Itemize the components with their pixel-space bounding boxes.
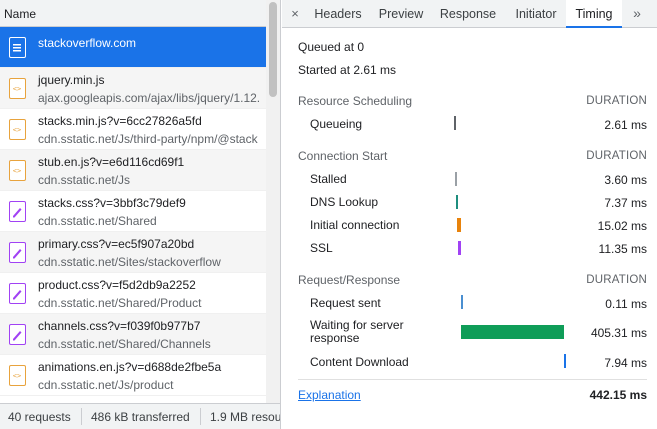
request-name: stackoverflow.com — [38, 36, 137, 50]
svg-text:<>: <> — [13, 167, 21, 175]
timing-panel: Queued at 0 Started at 2.61 ms Resource … — [282, 29, 657, 429]
script-icon: <> — [9, 119, 26, 140]
request-name: channels.css?v=f039f0b977b7 — [38, 319, 201, 333]
request-row[interactable]: <> jquery.min.js ajax.googleapis.com/aja… — [0, 68, 266, 109]
timing-row-label: Initial connection — [310, 218, 400, 232]
ssl-bar — [458, 241, 462, 255]
stylesheet-icon — [9, 201, 26, 222]
request-name: product.css?v=f5d2db9a2252 — [38, 278, 196, 292]
scrollbar-thumb[interactable] — [269, 2, 277, 97]
timing-row-value: 3.60 ms — [604, 173, 647, 187]
tab-headers[interactable]: Headers — [308, 0, 368, 28]
timing-row-value: 0.11 ms — [605, 297, 647, 311]
request-row[interactable]: product.css?v=f5d2db9a2252 cdn.sstatic.n… — [0, 273, 266, 314]
timing-row-label: Queueing — [310, 117, 363, 131]
svg-text:<>: <> — [13, 85, 21, 93]
request-row[interactable]: <> animations.en.js?v=d688de2fbe5a cdn.s… — [0, 355, 266, 396]
request-name: animations.en.js?v=d688de2fbe5a — [38, 360, 222, 374]
timing-row-value: 405.31 ms — [590, 326, 647, 340]
request-sent-bar — [461, 295, 464, 309]
total-duration: 442.15 ms — [589, 388, 647, 402]
timing-row-value: 11.35 ms — [598, 242, 647, 256]
request-domain: cdn.sstatic.net/Js/product — [38, 378, 174, 392]
queueing-bar — [454, 116, 456, 130]
request-domain: cdn.sstatic.net/Shared/Product — [38, 296, 202, 310]
timing-row-value: 7.94 ms — [604, 356, 647, 370]
request-domain: cdn.sstatic.net/Js/third-party/npm/@stac… — [38, 132, 258, 146]
divider — [298, 379, 647, 380]
section-title: Resource Scheduling — [298, 94, 413, 108]
explanation-link[interactable]: Explanation — [298, 388, 361, 402]
document-icon — [9, 37, 26, 58]
request-name: primary.css?v=ec5f907a20bd — [38, 237, 195, 251]
request-row[interactable]: stackoverflow.com — [0, 27, 266, 68]
more-tabs-icon[interactable]: » — [627, 0, 647, 28]
timing-row-label: Stalled — [310, 172, 347, 186]
request-name: stub.en.js?v=e6d116cd69f1 — [38, 155, 185, 169]
tab-initiator[interactable]: Initiator — [505, 0, 567, 28]
close-icon[interactable]: × — [288, 0, 302, 28]
tab-preview[interactable]: Preview — [372, 0, 430, 28]
timing-row-label: Request sent — [310, 296, 381, 310]
details-tab-bar: × Headers Preview Response Initiator Tim… — [282, 0, 657, 28]
timing-row-label: DNS Lookup — [310, 195, 379, 209]
dns-lookup-bar — [455, 195, 458, 209]
timing-row-value: 7.37 ms — [604, 196, 647, 210]
queued-at: Queued at 0 — [298, 40, 365, 54]
waiting-bar — [461, 325, 564, 339]
content-download-bar — [563, 354, 566, 368]
name-column-label: Name — [4, 7, 37, 21]
section-title: Request/Response — [298, 273, 401, 287]
stylesheet-icon — [9, 324, 26, 345]
request-row[interactable]: channels.css?v=f039f0b977b7 cdn.sstatic.… — [0, 314, 266, 355]
request-details-pane: × Headers Preview Response Initiator Tim… — [282, 0, 657, 429]
script-icon: <> — [9, 365, 26, 386]
started-at: Started at 2.61 ms — [298, 63, 397, 77]
request-name: jquery.min.js — [38, 73, 105, 87]
initial-connection-bar — [457, 218, 462, 232]
network-summary-bar: 40 requests 486 kB transferred 1.9 MB re… — [0, 403, 280, 429]
request-list-pane: Name stackoverflow.com <> jquery.min.js … — [0, 0, 281, 429]
duration-header: DURATION — [586, 274, 647, 286]
request-name: stacks.css?v=3bbf3c79def9 — [38, 196, 186, 210]
timing-row-label: Content Download — [310, 355, 409, 369]
request-row[interactable]: <> stacks.min.js?v=6cc27826a5fd cdn.ssta… — [0, 109, 266, 150]
summary-divider — [81, 408, 82, 425]
script-icon: <> — [9, 78, 26, 99]
section-title: Connection Start — [298, 149, 388, 163]
tab-timing[interactable]: Timing — [566, 0, 622, 28]
duration-header: DURATION — [586, 150, 647, 162]
request-row[interactable]: primary.css?v=ec5f907a20bd cdn.sstatic.n… — [0, 232, 266, 273]
summary-divider — [200, 408, 201, 425]
request-row[interactable]: <> stub.en.js?v=e6d116cd69f1 cdn.sstatic… — [0, 150, 266, 191]
resources-size: 1.9 MB resou — [210, 410, 280, 424]
request-domain: cdn.sstatic.net/Shared — [38, 214, 157, 228]
request-row[interactable]: stacks.css?v=3bbf3c79def9 cdn.sstatic.ne… — [0, 191, 266, 232]
svg-text:<>: <> — [13, 372, 21, 380]
request-count: 40 requests — [8, 410, 71, 424]
script-icon: <> — [9, 160, 26, 181]
transferred-size: 486 kB transferred — [91, 410, 190, 424]
duration-header: DURATION — [586, 95, 647, 107]
stylesheet-icon — [9, 242, 26, 263]
name-column-header[interactable]: Name — [0, 0, 280, 27]
request-domain: cdn.sstatic.net/Js — [38, 173, 131, 187]
request-domain: cdn.sstatic.net/Sites/stackoverflow — [38, 255, 221, 269]
tab-response[interactable]: Response — [434, 0, 502, 28]
timing-row-value: 2.61 ms — [604, 118, 647, 132]
svg-text:<>: <> — [13, 126, 21, 134]
request-list-scrollbar[interactable] — [266, 0, 280, 403]
timing-row-value: 15.02 ms — [597, 219, 647, 233]
timing-row-label: Waiting for server response — [310, 318, 404, 345]
stylesheet-icon — [9, 283, 26, 304]
stalled-bar — [454, 172, 457, 186]
timing-row-label: SSL — [310, 241, 333, 255]
request-domain: cdn.sstatic.net/Shared/Channels — [38, 337, 211, 351]
request-domain: ajax.googleapis.com/ajax/libs/jquery/1.1… — [38, 91, 261, 105]
request-list: stackoverflow.com <> jquery.min.js ajax.… — [0, 27, 266, 403]
request-name: stacks.min.js?v=6cc27826a5fd — [38, 114, 202, 128]
